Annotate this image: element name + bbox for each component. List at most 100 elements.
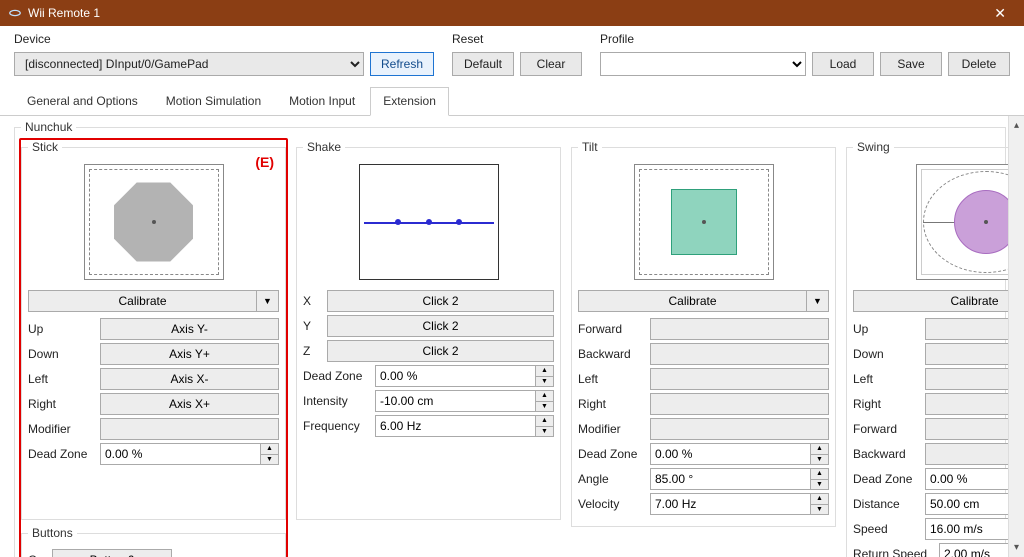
tilt-angle-up[interactable]: ▲ [811, 468, 829, 479]
tilt-legend: Tilt [578, 140, 602, 154]
shake-legend: Shake [303, 140, 345, 154]
shake-z-label: Z [303, 344, 323, 358]
stick-right-button[interactable]: Axis X+ [100, 393, 279, 415]
tilt-angle-down[interactable]: ▼ [811, 479, 829, 491]
tilt-velocity-up[interactable]: ▲ [811, 493, 829, 504]
tilt-deadzone-input[interactable] [650, 443, 811, 465]
tilt-velocity-down[interactable]: ▼ [811, 504, 829, 516]
device-label: Device [14, 32, 434, 52]
stick-modifier-label: Modifier [28, 422, 96, 436]
tilt-modifier-label: Modifier [578, 422, 646, 436]
swing-forward-label: Forward [853, 422, 921, 436]
vertical-scrollbar[interactable]: ▴ ▾ [1008, 116, 1024, 557]
shake-intensity-down[interactable]: ▼ [536, 401, 554, 413]
tilt-backward-label: Backward [578, 347, 646, 361]
shake-intensity-input[interactable] [375, 390, 536, 412]
tilt-left-button[interactable] [650, 368, 829, 390]
shake-intensity-up[interactable]: ▲ [536, 390, 554, 401]
stick-calibrate-dropdown[interactable]: ▼ [257, 290, 279, 312]
scroll-up-icon[interactable]: ▴ [1012, 118, 1021, 133]
tilt-angle-label: Angle [578, 472, 646, 486]
default-button[interactable]: Default [452, 52, 514, 76]
stick-left-label: Left [28, 372, 96, 386]
stick-modifier-button[interactable] [100, 418, 279, 440]
stick-visual[interactable] [84, 164, 224, 280]
stick-left-button[interactable]: Axis X- [100, 368, 279, 390]
stick-legend: Stick [28, 140, 62, 154]
profile-label: Profile [600, 32, 1010, 52]
tab-general[interactable]: General and Options [14, 87, 151, 116]
tilt-modifier-button[interactable] [650, 418, 829, 440]
swing-calibrate-button[interactable]: Calibrate [853, 290, 1024, 312]
close-icon[interactable]: ✕ [986, 1, 1014, 26]
swing-right-label: Right [853, 397, 921, 411]
shake-deadzone-up[interactable]: ▲ [536, 365, 554, 376]
tilt-right-label: Right [578, 397, 646, 411]
reset-label: Reset [452, 32, 582, 52]
shake-visual[interactable] [359, 164, 499, 280]
save-button[interactable]: Save [880, 52, 942, 76]
stick-up-label: Up [28, 322, 96, 336]
title-bar: Wii Remote 1 ✕ [0, 0, 1024, 26]
stick-down-button[interactable]: Axis Y+ [100, 343, 279, 365]
profile-select[interactable] [600, 52, 806, 76]
tilt-velocity-input[interactable] [650, 493, 811, 515]
clear-button[interactable]: Clear [520, 52, 582, 76]
scroll-down-icon[interactable]: ▾ [1012, 540, 1021, 555]
tilt-forward-label: Forward [578, 322, 646, 336]
stick-panel: (E) Stick Calibrate ▼ UpAxis Y- DownAxis… [21, 140, 286, 557]
shake-y-label: Y [303, 319, 323, 333]
stick-deadzone-up[interactable]: ▲ [261, 443, 279, 454]
nunchuk-fieldset: Nunchuk (E) Stick Calibrate ▼ [14, 120, 1006, 557]
tilt-deadzone-down[interactable]: ▼ [811, 454, 829, 466]
shake-frequency-down[interactable]: ▼ [536, 426, 554, 438]
swing-left-label: Left [853, 372, 921, 386]
tilt-angle-input[interactable] [650, 468, 811, 490]
stick-deadzone-down[interactable]: ▼ [261, 454, 279, 466]
tilt-forward-button[interactable] [650, 318, 829, 340]
tilt-calibrate-dropdown[interactable]: ▼ [807, 290, 829, 312]
window-title: Wii Remote 1 [28, 6, 100, 20]
buttons-fieldset: Buttons CButton 6 ZButton 8 [21, 526, 286, 557]
shake-panel: Shake XClick 2 YClick 2 ZClick 2 Dead Zo… [296, 140, 561, 520]
swing-legend: Swing [853, 140, 894, 154]
load-button[interactable]: Load [812, 52, 874, 76]
shake-z-button[interactable]: Click 2 [327, 340, 554, 362]
button-c-button[interactable]: Button 6 [52, 549, 172, 557]
tilt-right-button[interactable] [650, 393, 829, 415]
shake-frequency-input[interactable] [375, 415, 536, 437]
tilt-calibrate-button[interactable]: Calibrate [578, 290, 807, 312]
tilt-velocity-label: Velocity [578, 497, 646, 511]
tab-strip: General and Options Motion Simulation Mo… [0, 86, 1024, 116]
tilt-deadzone-up[interactable]: ▲ [811, 443, 829, 454]
shake-frequency-label: Frequency [303, 419, 371, 433]
shake-y-button[interactable]: Click 2 [327, 315, 554, 337]
swing-distance-label: Distance [853, 497, 921, 511]
swing-down-label: Down [853, 347, 921, 361]
delete-button[interactable]: Delete [948, 52, 1010, 76]
shake-frequency-up[interactable]: ▲ [536, 415, 554, 426]
tilt-backward-button[interactable] [650, 343, 829, 365]
tilt-panel: Tilt Calibrate ▼ Forward Backward Left R… [571, 140, 836, 527]
stick-right-label: Right [28, 397, 96, 411]
tilt-visual[interactable] [634, 164, 774, 280]
tab-motion-simulation[interactable]: Motion Simulation [153, 87, 274, 116]
tab-motion-input[interactable]: Motion Input [276, 87, 368, 116]
stick-up-button[interactable]: Axis Y- [100, 318, 279, 340]
stick-calibrate-button[interactable]: Calibrate [28, 290, 257, 312]
refresh-button[interactable]: Refresh [370, 52, 434, 76]
tab-extension[interactable]: Extension [370, 87, 449, 116]
stick-deadzone-label: Dead Zone [28, 447, 96, 461]
swing-panel: Swing Calibrate ▼ Up Down Left [846, 140, 1024, 557]
device-select[interactable]: [disconnected] DInput/0/GamePad [14, 52, 364, 76]
main-area: Nunchuk (E) Stick Calibrate ▼ [0, 116, 1024, 557]
nunchuk-legend: Nunchuk [21, 120, 76, 134]
shake-deadzone-down[interactable]: ▼ [536, 376, 554, 388]
stick-deadzone-input[interactable] [100, 443, 261, 465]
shake-intensity-label: Intensity [303, 394, 371, 408]
swing-deadzone-label: Dead Zone [853, 472, 921, 486]
shake-deadzone-input[interactable] [375, 365, 536, 387]
top-controls: Device [disconnected] DInput/0/GamePad R… [0, 26, 1024, 86]
shake-x-button[interactable]: Click 2 [327, 290, 554, 312]
shake-x-label: X [303, 294, 323, 308]
